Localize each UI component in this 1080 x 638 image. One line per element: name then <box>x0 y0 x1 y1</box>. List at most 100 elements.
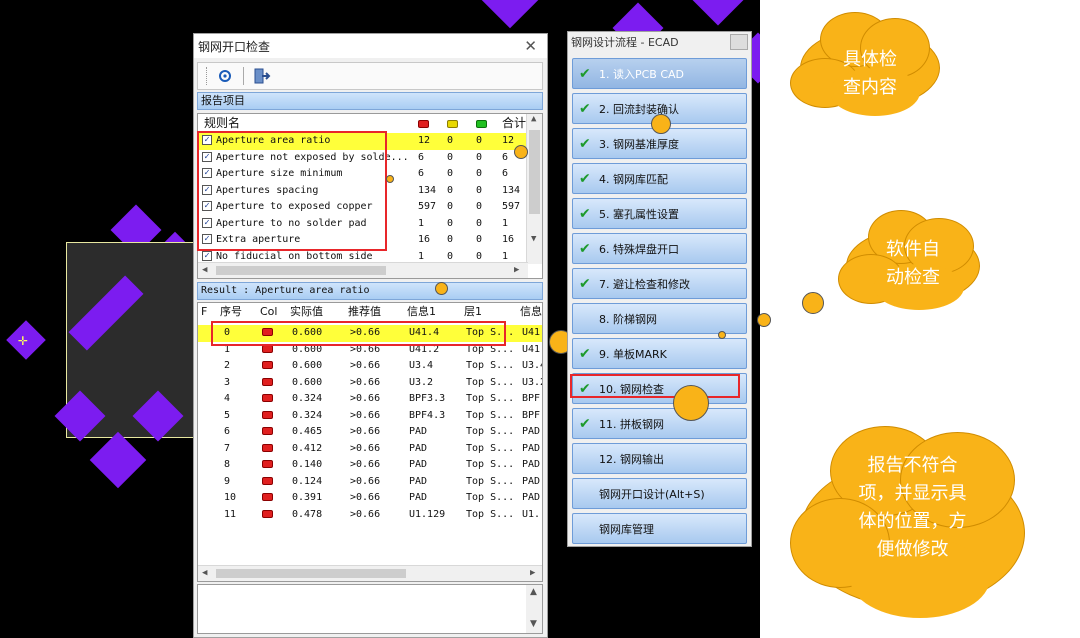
result-index: 3 <box>224 376 231 388</box>
toolbar-grip <box>206 67 207 85</box>
close-icon[interactable]: ✕ <box>524 37 537 55</box>
scroll-left-icon[interactable]: ◀ <box>202 568 207 578</box>
status-red-icon <box>262 457 273 474</box>
scroll-down-icon[interactable]: ▼ <box>530 619 537 629</box>
result-row[interactable]: 1 0.600 >0.66 U41.2 Top S... U41 <box>198 342 542 359</box>
result-recommended-value: >0.66 <box>350 426 381 437</box>
rule-checkbox[interactable]: ✓ <box>202 166 212 183</box>
result-row[interactable]: 4 0.324 >0.66 BPF3.3 Top S... BPF <box>198 391 542 408</box>
result-actual-value: 0.391 <box>292 492 323 503</box>
scroll-thumb[interactable] <box>216 266 386 275</box>
column-header-actual[interactable]: 实际值 <box>290 303 323 320</box>
rule-name: Extra aperture <box>216 234 301 245</box>
rule-row[interactable]: ✓ Aperture size minimum 6 0 0 6 <box>198 166 526 183</box>
rule-row[interactable]: ✓ Aperture to no solder pad 1 0 0 1 <box>198 216 526 233</box>
column-header-col[interactable]: Col <box>260 303 277 320</box>
result-info1: PAD <box>409 492 428 503</box>
rule-row[interactable]: ✓ Aperture to exposed copper 597 0 0 597 <box>198 199 526 216</box>
results-header-row: F 序号 Col 实际值 推荐值 信息1 层1 信息 <box>198 303 542 321</box>
column-header-total[interactable]: 合计 <box>502 114 526 131</box>
scroll-right-icon[interactable]: ▶ <box>530 568 535 578</box>
column-header-red[interactable] <box>418 114 429 131</box>
scroll-up-icon[interactable]: ▲ <box>531 114 536 124</box>
rule-row[interactable]: ✓ Apertures spacing 134 0 0 134 <box>198 183 526 200</box>
column-header-green[interactable] <box>476 114 487 131</box>
flow-step-button[interactable]: ✔ 11. 拼板钢网 <box>572 408 747 439</box>
column-header-f[interactable]: F <box>201 303 207 320</box>
refresh-icon[interactable] <box>215 66 235 86</box>
rule-checkbox[interactable]: ✓ <box>202 183 212 200</box>
title-bar-button[interactable] <box>730 34 748 50</box>
flow-step-label: 5. 塞孔属性设置 <box>599 207 679 221</box>
flow-step-label: 1. 读入PCB CAD <box>599 67 685 81</box>
result-row[interactable]: 7 0.412 >0.66 PAD Top S... PAD <box>198 441 542 458</box>
result-row[interactable]: 0 0.600 >0.66 U41.4 Top S... U41 <box>198 325 542 342</box>
result-info1: PAD <box>409 459 428 470</box>
result-actual-value: 0.124 <box>292 475 323 487</box>
result-row[interactable]: 2 0.600 >0.66 U3.4 Top S... U3.4 <box>198 358 542 375</box>
flow-step-button[interactable]: 钢网开口设计(Alt+S) <box>572 478 747 509</box>
result-row[interactable]: 9 0.124 >0.66 PAD Top S... PAD <box>198 474 542 491</box>
flow-step-button[interactable]: 8. 阶梯钢网 <box>572 303 747 334</box>
result-layer1: Top S... <box>466 442 515 454</box>
rule-checkbox[interactable]: ✓ <box>202 150 212 167</box>
flow-step-button[interactable]: ✔ 4. 钢网库匹配 <box>572 163 747 194</box>
result-row[interactable]: 5 0.324 >0.66 BPF4.3 Top S... BPF <box>198 408 542 425</box>
status-red-icon <box>262 391 273 408</box>
column-header-rule-name[interactable]: 规则名 <box>204 114 240 131</box>
scroll-left-icon[interactable]: ◀ <box>202 265 207 275</box>
column-header-yellow[interactable] <box>447 114 458 131</box>
scroll-thumb[interactable] <box>216 569 406 578</box>
result-row[interactable]: 8 0.140 >0.66 PAD Top S... PAD <box>198 457 542 474</box>
rule-row[interactable]: ✓ Extra aperture 16 0 0 16 <box>198 232 526 249</box>
flow-step-button[interactable]: ✔ 9. 单板MARK <box>572 338 747 369</box>
result-row[interactable]: 3 0.600 >0.66 U3.2 Top S... U3.2 <box>198 375 542 392</box>
rules-vertical-scrollbar[interactable]: ▲ ▼ <box>526 114 542 264</box>
flow-step-button[interactable]: ✔ 6. 特殊焊盘开口 <box>572 233 747 264</box>
rule-count-total: 12 <box>502 135 515 146</box>
rule-count-red: 134 <box>418 184 437 196</box>
rule-checkbox[interactable]: ✓ <box>202 133 212 150</box>
scroll-right-icon[interactable]: ▶ <box>514 265 519 275</box>
column-header-info1[interactable]: 信息1 <box>407 303 436 320</box>
detail-pane[interactable]: ▲ ▼ <box>197 584 543 634</box>
result-row[interactable]: 11 0.478 >0.66 U1.129 Top S... U1. <box>198 507 542 524</box>
result-info1: U41.2 <box>409 343 440 355</box>
column-header-info2[interactable]: 信息 <box>520 303 542 320</box>
rule-checkbox[interactable]: ✓ <box>202 216 212 233</box>
result-row[interactable]: 10 0.391 >0.66 PAD Top S... PAD <box>198 490 542 507</box>
result-row[interactable]: 6 0.465 >0.66 PAD Top S... PAD <box>198 424 542 441</box>
result-recommended-value: >0.66 <box>350 376 381 388</box>
rules-grid[interactable]: 规则名 合计 ✓ Aperture area ratio 12 0 0 12 ✓ Apertu… <box>197 113 543 279</box>
column-header-index[interactable]: 序号 <box>220 303 242 320</box>
rule-checkbox[interactable]: ✓ <box>202 232 212 249</box>
detail-scrollbar[interactable]: ▲ ▼ <box>526 585 542 633</box>
flow-step-button[interactable]: 12. 钢网输出 <box>572 443 747 474</box>
rule-row[interactable]: ✓ Aperture area ratio 12 0 0 12 <box>198 133 526 150</box>
flow-step-label: 4. 钢网库匹配 <box>599 172 668 186</box>
scroll-up-icon[interactable]: ▲ <box>530 587 537 597</box>
flow-step-button[interactable]: 钢网库管理 <box>572 513 747 544</box>
rules-horizontal-scrollbar[interactable]: ◀ ▶ <box>198 262 528 278</box>
scroll-down-icon[interactable]: ▼ <box>531 234 536 244</box>
flow-step-button[interactable]: ✔ 7. 避让检查和修改 <box>572 268 747 299</box>
results-grid[interactable]: F 序号 Col 实际值 推荐值 信息1 层1 信息 0 0.600 >0.66 U4… <box>197 302 543 582</box>
result-info2: U41 <box>522 327 541 338</box>
callout-dot <box>435 282 448 295</box>
status-red-icon <box>262 342 273 359</box>
rule-row[interactable]: ✓ Aperture not exposed by solde... 6 0 0 6 <box>198 150 526 167</box>
exit-icon[interactable] <box>252 66 272 86</box>
callout-dot <box>386 175 394 183</box>
column-header-layer1[interactable]: 层1 <box>464 303 482 320</box>
flow-step-button[interactable]: ✔ 10. 钢网检查 <box>572 373 747 404</box>
checkmark-icon: ✓ <box>202 250 212 261</box>
scroll-thumb[interactable] <box>529 130 540 214</box>
results-horizontal-scrollbar[interactable]: ◀ ▶ <box>198 565 542 581</box>
result-index: 10 <box>224 492 237 503</box>
column-header-recommended[interactable]: 推荐值 <box>348 303 381 320</box>
flow-step-label: 3. 钢网基准厚度 <box>599 137 679 151</box>
flow-step-button[interactable]: ✔ 1. 读入PCB CAD <box>572 58 747 89</box>
rule-count-green: 0 <box>476 217 483 229</box>
flow-step-button[interactable]: ✔ 5. 塞孔属性设置 <box>572 198 747 229</box>
rule-checkbox[interactable]: ✓ <box>202 199 212 216</box>
